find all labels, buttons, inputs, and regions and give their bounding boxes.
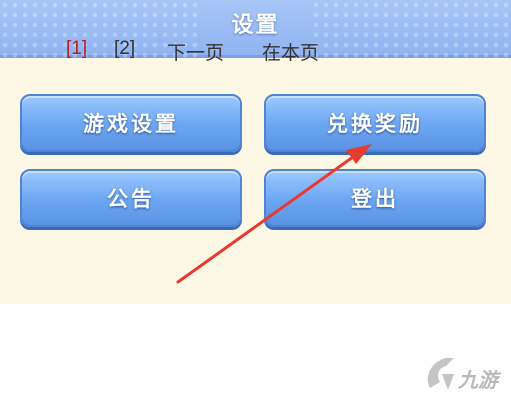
red-arrow-annotation <box>176 144 372 284</box>
game-settings-screenshot: 设置 游戏设置 兑换奖励 公告 登出 <box>0 0 511 304</box>
watermark-text: 九游 <box>458 368 498 392</box>
